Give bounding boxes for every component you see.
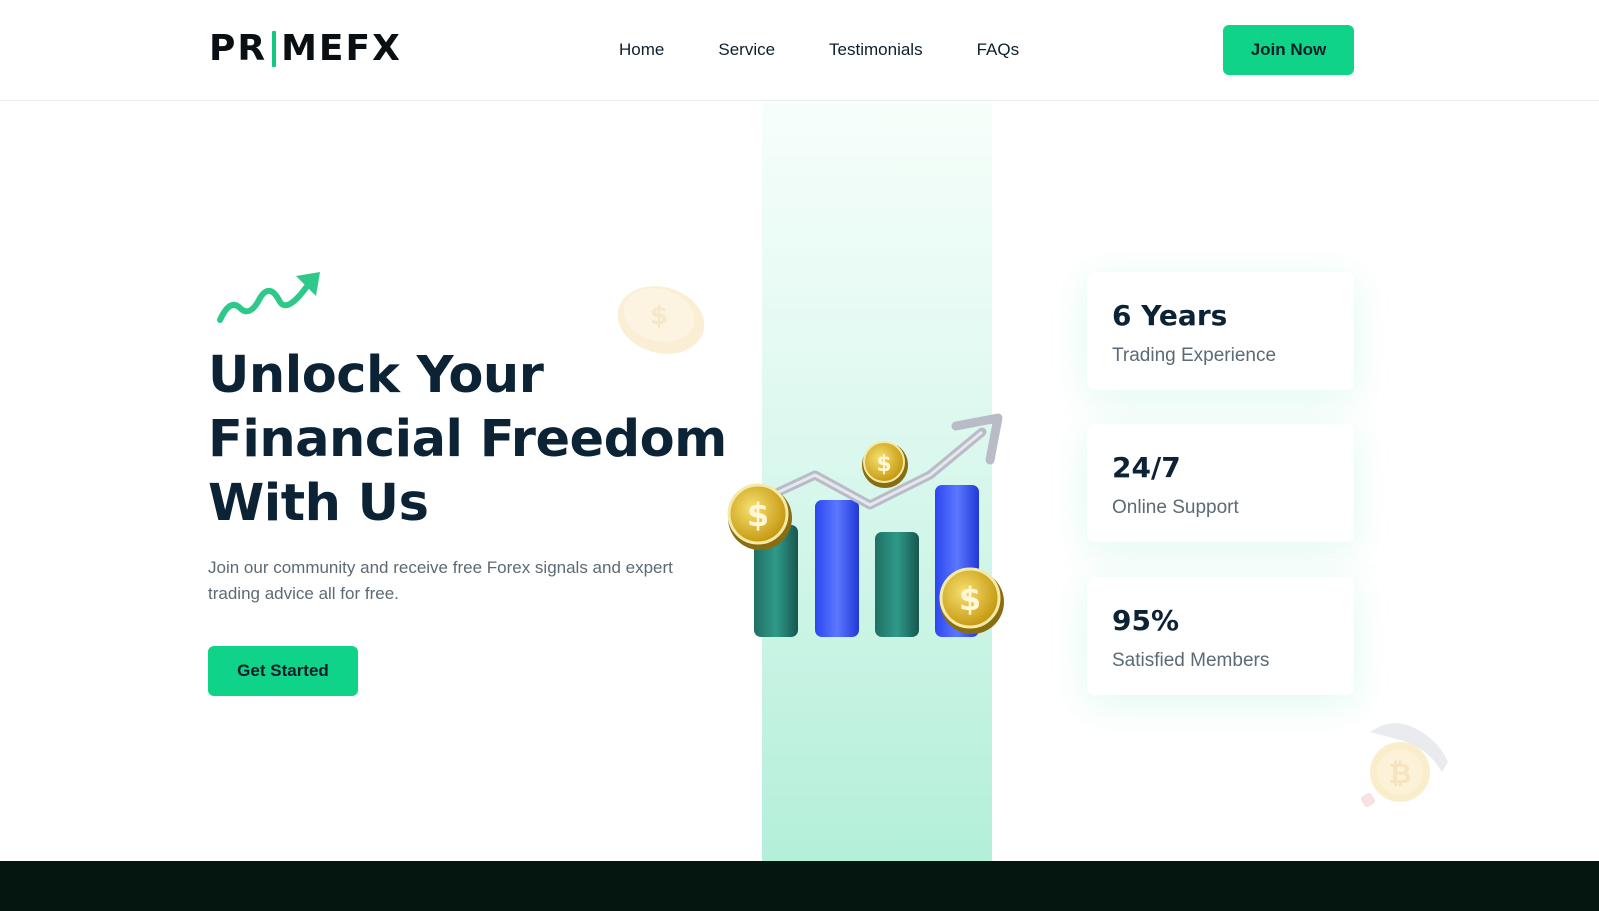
stat-card-experience: 6 Years Trading Experience [1087,272,1354,390]
nav-service[interactable]: Service [718,38,775,62]
stat-card-support: 24/7 Online Support [1087,424,1354,542]
get-started-button[interactable]: Get Started [208,646,358,696]
stat-card-satisfaction: 95% Satisfied Members [1087,577,1354,695]
dark-section-band [0,861,1599,911]
faded-bitcoin-icon: ₿ [1360,723,1448,808]
stat-value: 95% [1112,604,1180,637]
svg-text:$: $ [650,301,668,331]
main-nav: Home Service Testimonials FAQs [619,38,1073,62]
bar-blue-1 [815,500,859,637]
svg-text:$: $ [876,452,891,477]
nav-faqs[interactable]: FAQs [977,38,1020,62]
stat-value: 6 Years [1112,299,1228,332]
logo-accent-bar [272,31,277,67]
stat-label: Satisfied Members [1112,650,1270,671]
growth-chart-illustration: $ $ $ [727,413,1004,637]
svg-text:$: $ [959,580,981,618]
stat-label: Trading Experience [1112,345,1277,366]
nav-testimonials[interactable]: Testimonials [829,38,923,62]
trend-up-arrow-icon [217,272,320,323]
hero-title: Unlock Your Financial Freedom With Us [208,346,727,533]
nav-home[interactable]: Home [619,38,664,62]
svg-text:₿: ₿ [1389,757,1412,790]
stat-value: 24/7 [1112,451,1181,484]
page: PR MEFX Home Service Testimonials FAQs Jo… [0,0,1599,911]
join-now-button[interactable]: Join Now [1223,25,1354,75]
site-header: PR MEFX Home Service Testimonials FAQs Jo… [0,0,1599,101]
brand-logo[interactable]: PR MEFX [209,30,402,68]
bar-teal-2 [875,532,919,637]
svg-text:$: $ [747,496,769,534]
hero-description: Join our community and receive free Fore… [208,558,673,603]
stat-label: Online Support [1112,497,1239,518]
